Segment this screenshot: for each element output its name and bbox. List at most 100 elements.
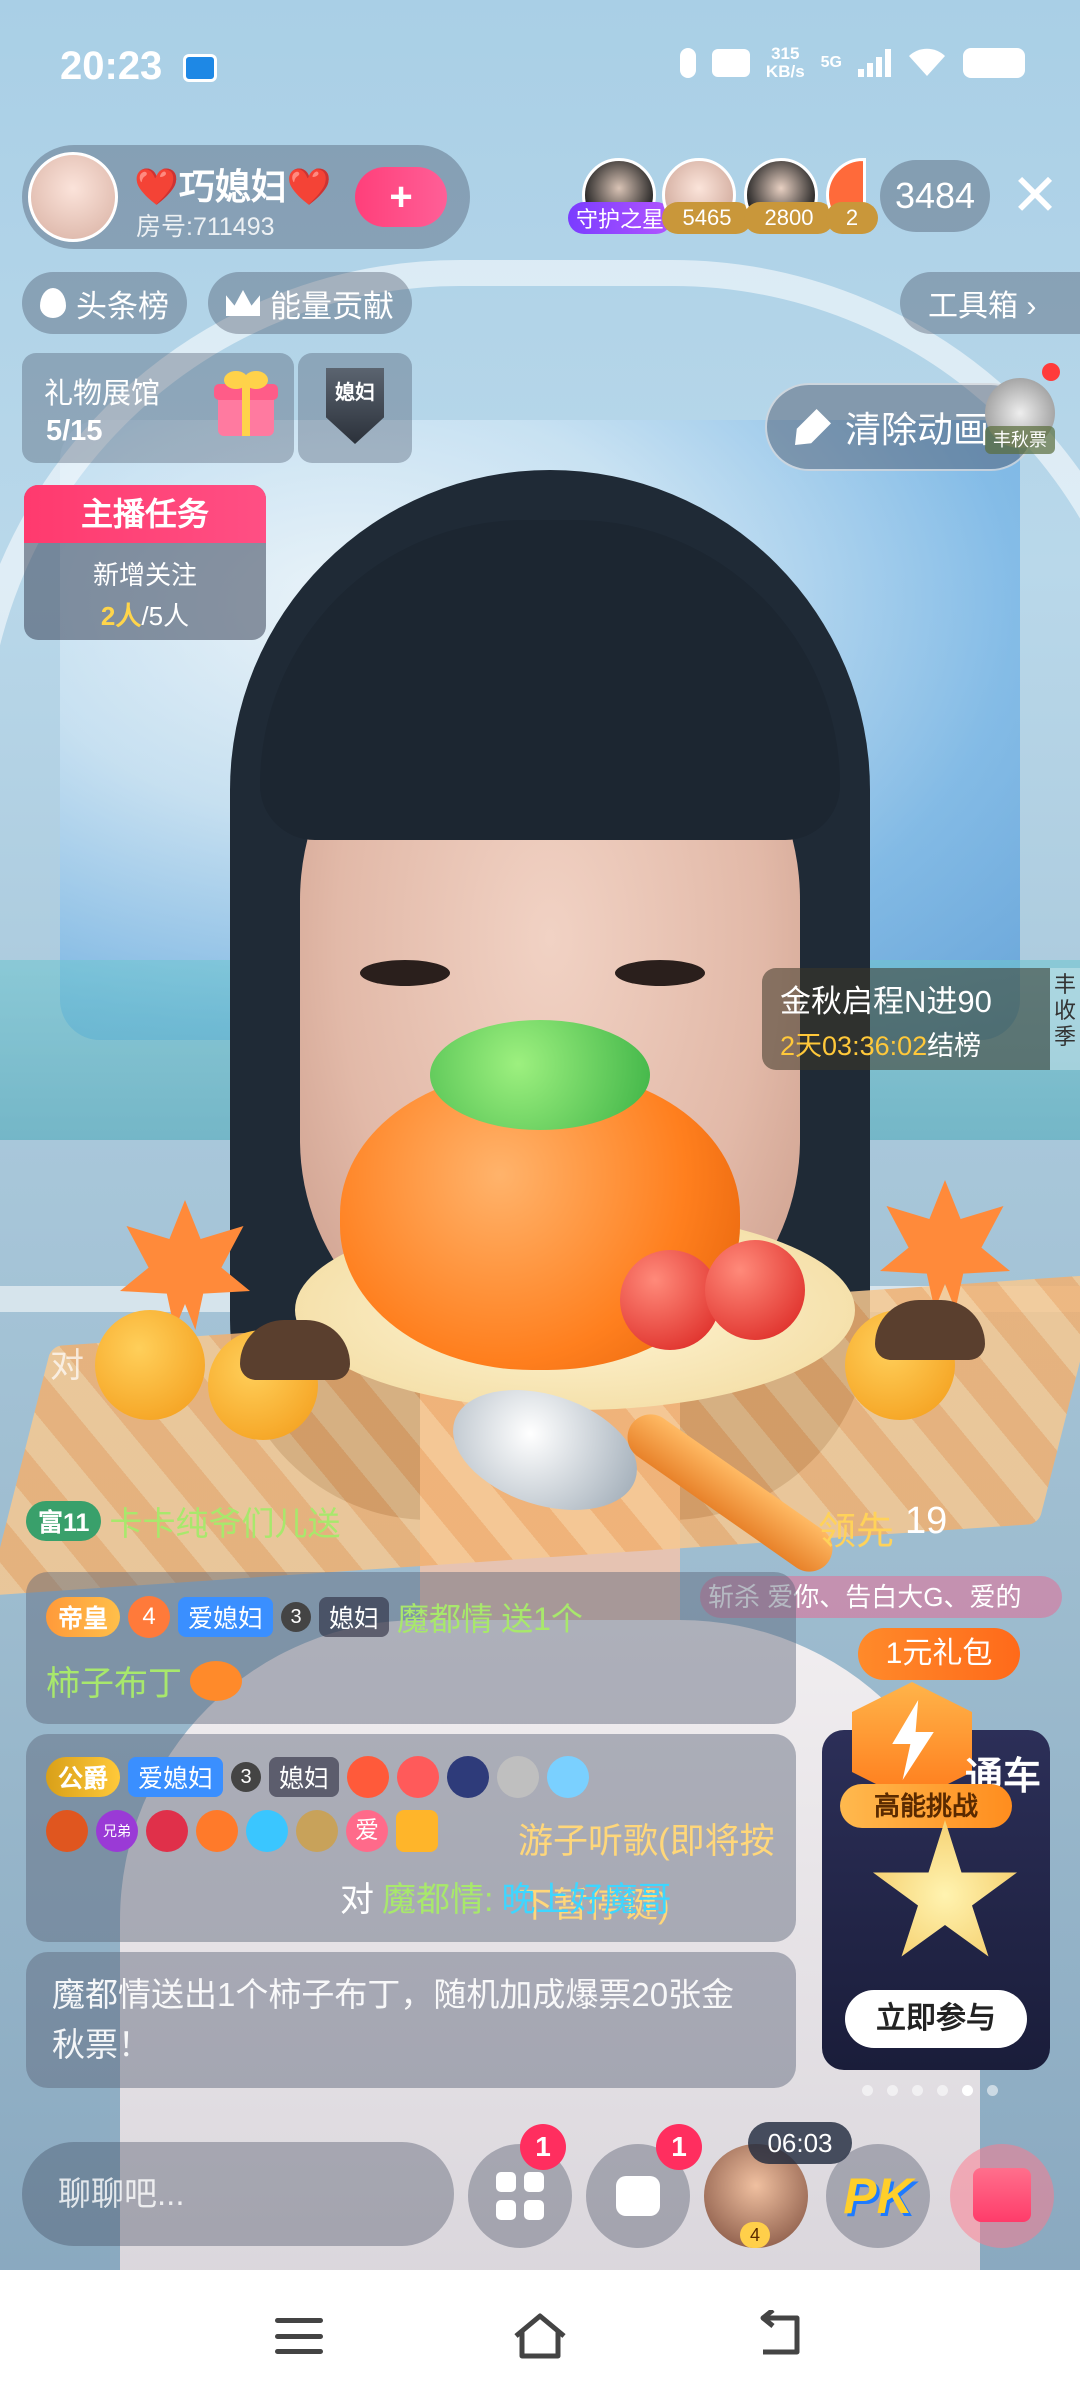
medal-icon bbox=[296, 1810, 338, 1852]
crown-icon bbox=[226, 290, 260, 316]
acorn-cap-icon bbox=[240, 1320, 350, 1380]
gift-hall-count: 5/15 bbox=[46, 415, 103, 447]
fan-club-badge: 爱媳妇 bbox=[178, 1597, 274, 1637]
chat-username[interactable]: 魔都情 bbox=[397, 1594, 493, 1640]
chat-message-comment-user: 兄弟 爱 bbox=[46, 1810, 438, 1852]
viewer-count[interactable]: 3484 bbox=[880, 160, 990, 232]
gift-box-icon bbox=[214, 371, 278, 436]
crown-badge-icon bbox=[347, 1756, 390, 1798]
gift-hall-title: 礼物展馆 bbox=[44, 378, 161, 410]
viewer-score-3: 2800 bbox=[744, 202, 834, 234]
guard-star-tag: 守护之星 bbox=[568, 202, 673, 234]
heart-medal-icon bbox=[146, 1810, 188, 1852]
gift-pack-button[interactable]: 1元礼包 bbox=[858, 1628, 1020, 1680]
task-done: 2人 bbox=[100, 601, 142, 631]
event-time: 03:36:02 bbox=[822, 1031, 928, 1061]
recent-apps-icon[interactable] bbox=[275, 2318, 323, 2354]
viewer-score-2: 5465 bbox=[662, 202, 752, 234]
screen-cast-icon bbox=[183, 54, 217, 82]
join-now-button[interactable]: 立即参与 bbox=[845, 1990, 1027, 2048]
net-speed-unit: KB/s bbox=[765, 62, 805, 81]
toolbox-button[interactable]: 工具箱 › bbox=[900, 272, 1080, 334]
wealth-level-badge: 富11 bbox=[26, 1501, 102, 1541]
room-number: 房号:711493 bbox=[136, 213, 275, 241]
chat-message-comment-header: 公爵 爱媳妇 3 媳妇 bbox=[46, 1756, 590, 1798]
apps-notification-badge: 1 bbox=[520, 2124, 566, 2170]
system-message-text: 魔都情送出1个柿子布丁，随机加成爆票20张金秋票！ bbox=[52, 1976, 735, 2063]
carousel-dots[interactable] bbox=[862, 2085, 998, 2096]
chat-input[interactable]: 聊聊吧... bbox=[22, 2142, 454, 2246]
medal-icon bbox=[196, 1810, 238, 1852]
chat-message-gift-header: 帝皇 4 爱媳妇 3 媳妇 魔都情 送1个 bbox=[46, 1594, 583, 1640]
rank-badge-icon bbox=[397, 1756, 440, 1798]
brother-badge: 兄弟 bbox=[96, 1810, 138, 1852]
chat-line-gift[interactable]: 富11 卡卡纯爷们儿送 bbox=[26, 1498, 340, 1544]
wifi-icon bbox=[909, 48, 945, 76]
mic-icon bbox=[679, 48, 696, 78]
sparkle-badge-icon bbox=[547, 1756, 590, 1798]
streamer-eye-right bbox=[615, 960, 705, 986]
chat-to-label: 对 bbox=[340, 1881, 374, 1919]
chat-message-gift-item: 柿子布丁 bbox=[46, 1656, 242, 1705]
energy-contribution-chip[interactable]: 能量贡献 bbox=[208, 272, 412, 334]
follow-button[interactable]: + bbox=[355, 167, 447, 227]
pk-opponent-label: 对 bbox=[50, 1347, 84, 1385]
signal-bars-icon bbox=[858, 49, 891, 77]
clear-animation-label: 清除动画 bbox=[845, 409, 990, 450]
event-days: 2天 bbox=[780, 1031, 823, 1061]
chat-comment-text: 晚上好魔哥 bbox=[501, 1881, 672, 1919]
back-icon[interactable] bbox=[755, 2310, 807, 2360]
status-time: 20:23 bbox=[60, 44, 163, 88]
headline-rank-label: 头条榜 bbox=[76, 288, 169, 324]
chat-target-user[interactable]: 魔都情: bbox=[382, 1872, 493, 1921]
persimmon-gift-icon bbox=[190, 1660, 242, 1701]
task-total: /5人 bbox=[141, 601, 190, 631]
headline-rank-chip[interactable]: 头条榜 bbox=[22, 272, 187, 334]
host-task-title: 主播任务 bbox=[24, 485, 266, 543]
heart-medal-icon bbox=[246, 1810, 288, 1852]
swirl-badge-icon bbox=[497, 1756, 540, 1798]
energy-contribution-label: 能量贡献 bbox=[270, 288, 394, 324]
harvest-ticket-tag: 丰秋票 bbox=[985, 426, 1055, 454]
pk-lead-value: 19 bbox=[905, 1500, 948, 1542]
event-side-tab[interactable]: 丰收季 bbox=[1050, 968, 1080, 1070]
net-speed-value: 315 bbox=[771, 44, 800, 63]
flame-drop-icon bbox=[40, 288, 66, 318]
host-task-card[interactable]: 主播任务 新增关注 2人/5人 bbox=[24, 485, 266, 640]
persimmon-leaf-effect bbox=[430, 1020, 650, 1130]
promo-tag: 高能挑战 bbox=[840, 1784, 1012, 1828]
pk-icon: PK bbox=[843, 2168, 913, 2224]
duke-rank-badge: 公爵 bbox=[46, 1757, 121, 1797]
net-speed: 315 KB/s bbox=[766, 45, 805, 81]
level-badge: 4 bbox=[128, 1596, 171, 1638]
guest-level-badge: 4 bbox=[740, 2222, 770, 2248]
chat-action: 送1个 bbox=[501, 1601, 583, 1637]
host-avatar[interactable] bbox=[28, 152, 118, 242]
status-icons: 315 KB/s 5G bbox=[679, 45, 1025, 81]
host-task-progress: 2人/5人 bbox=[24, 596, 266, 633]
pk-lead-label: 领先 bbox=[818, 1511, 895, 1553]
red-dot-badge bbox=[1042, 363, 1060, 381]
emperor-rank-badge: 帝皇 bbox=[46, 1597, 121, 1637]
pk-button[interactable]: PK bbox=[826, 2144, 930, 2248]
battery-icon bbox=[963, 48, 1025, 78]
close-icon[interactable]: ✕ bbox=[1005, 166, 1065, 226]
host-task-label: 新增关注 bbox=[92, 560, 197, 590]
message-notification-badge: 1 bbox=[656, 2124, 702, 2170]
event-countdown: 2天03:36:02结榜 bbox=[780, 1024, 981, 1063]
signal-type: 5G bbox=[820, 54, 842, 71]
profile-badge-icon bbox=[396, 1810, 438, 1852]
grid-icon bbox=[496, 2172, 544, 2220]
broom-icon bbox=[795, 409, 831, 445]
love-badge: 爱 bbox=[346, 1810, 388, 1852]
fan-club-badge: 爱媳妇 bbox=[128, 1757, 224, 1797]
home-icon[interactable] bbox=[510, 2310, 570, 2360]
medal-icon bbox=[46, 1810, 88, 1852]
acorn-cap-icon bbox=[875, 1300, 985, 1360]
star-badge-icon bbox=[447, 1756, 490, 1798]
streamer-eye-left bbox=[360, 960, 450, 986]
chat-line-text: 卡卡纯爷们儿送 bbox=[109, 1505, 341, 1542]
chat-message-comment-body: 对 魔都情: 晚上好魔哥 bbox=[340, 1872, 671, 1921]
cherry-icon bbox=[705, 1240, 805, 1340]
countdown-timer: 06:03 bbox=[748, 2122, 852, 2164]
